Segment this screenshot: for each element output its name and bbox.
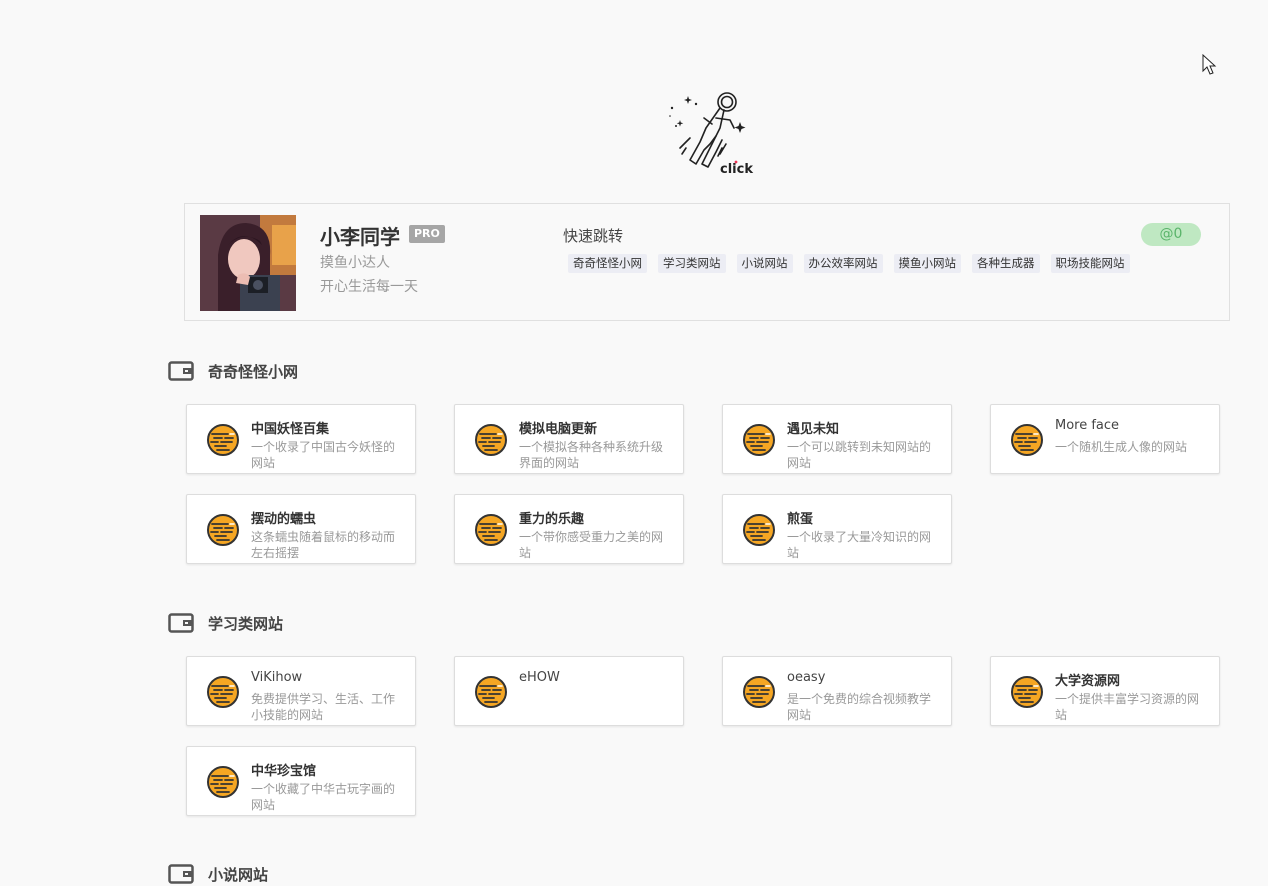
site-desc: 一个可以跳转到未知网站的网站 xyxy=(787,440,932,470)
quick-jump-title: 快速跳转 xyxy=(563,227,624,245)
planet-icon xyxy=(743,514,775,546)
site-desc: 一个带你感受重力之美的网站 xyxy=(519,530,664,560)
site-title: eHOW xyxy=(519,670,560,685)
quick-jump-links: 奇奇怪怪小网 学习类网站 小说网站 办公效率网站 摸鱼小网站 各种生成器 职场技… xyxy=(568,254,1130,273)
site-card[interactable]: oeasy 是一个免费的综合视频教学网站 xyxy=(722,656,952,726)
site-card[interactable]: eHOW xyxy=(454,656,684,726)
site-title: 重力的乐趣 xyxy=(519,512,585,527)
planet-icon xyxy=(743,676,775,708)
quick-link[interactable]: 办公效率网站 xyxy=(803,254,883,273)
site-title: ViKihow xyxy=(251,670,303,685)
site-title: 煎蛋 xyxy=(787,512,814,527)
planet-icon xyxy=(1011,424,1043,456)
planet-icon xyxy=(475,424,507,456)
section-title: 学习类网站 xyxy=(208,614,284,633)
astronaut-icon[interactable]: click xyxy=(660,88,756,180)
site-title: 遇见未知 xyxy=(787,422,840,437)
counter-badge[interactable]: @0 xyxy=(1141,223,1201,246)
section-header: 学习类网站 xyxy=(168,611,283,635)
site-title: 摆动的蠕虫 xyxy=(251,512,317,527)
wallet-icon xyxy=(168,864,194,884)
mouse-cursor-icon xyxy=(1202,54,1217,75)
avatar[interactable] xyxy=(200,215,296,311)
site-card[interactable]: More face 一个随机生成人像的网站 xyxy=(990,404,1220,474)
astronaut-label: click xyxy=(720,162,753,177)
quick-link[interactable]: 学习类网站 xyxy=(658,254,726,273)
site-desc: 免费提供学习、生活、工作小技能的网站 xyxy=(251,692,396,722)
section-title: 奇奇怪怪小网 xyxy=(208,362,299,381)
user-motto: 开心生活每一天 xyxy=(320,279,418,295)
section-title: 小说网站 xyxy=(208,865,269,884)
planet-icon xyxy=(1011,676,1043,708)
site-card[interactable]: 摆动的蠕虫 这条蠕虫随着鼠标的移动而左右摇摆 xyxy=(186,494,416,564)
planet-icon xyxy=(207,676,239,708)
site-desc: 一个提供丰富学习资源的网站 xyxy=(1055,692,1200,722)
site-card[interactable]: 大学资源网 一个提供丰富学习资源的网站 xyxy=(990,656,1220,726)
planet-icon xyxy=(207,424,239,456)
site-title: 中国妖怪百集 xyxy=(251,422,330,437)
planet-icon xyxy=(743,424,775,456)
site-card[interactable]: 模拟电脑更新 一个模拟各种各种系统升级界面的网站 xyxy=(454,404,684,474)
site-card[interactable]: 煎蛋 一个收录了大量冷知识的网站 xyxy=(722,494,952,564)
user-subtitle: 摸鱼小达人 xyxy=(320,255,390,271)
site-card[interactable]: 重力的乐趣 一个带你感受重力之美的网站 xyxy=(454,494,684,564)
quick-link[interactable]: 各种生成器 xyxy=(972,254,1040,273)
site-card[interactable]: ViKihow 免费提供学习、生活、工作小技能的网站 xyxy=(186,656,416,726)
pro-badge: PRO xyxy=(409,225,445,243)
site-title: 大学资源网 xyxy=(1055,674,1121,689)
quick-link[interactable]: 奇奇怪怪小网 xyxy=(568,254,647,273)
profile-card: 小李同学 PRO 摸鱼小达人 开心生活每一天 快速跳转 @0 奇奇怪怪小网 学习… xyxy=(184,203,1230,321)
site-desc: 一个收录了大量冷知识的网站 xyxy=(787,530,932,560)
site-card[interactable]: 遇见未知 一个可以跳转到未知网站的网站 xyxy=(722,404,952,474)
site-desc: 一个模拟各种各种系统升级界面的网站 xyxy=(519,440,664,470)
site-title: 模拟电脑更新 xyxy=(519,422,598,437)
section-header: 奇奇怪怪小网 xyxy=(168,359,298,383)
site-card[interactable]: 中国妖怪百集 一个收录了中国古今妖怪的网站 xyxy=(186,404,416,474)
site-desc: 是一个免费的综合视频教学网站 xyxy=(787,692,932,722)
planet-icon xyxy=(475,676,507,708)
planet-icon xyxy=(207,514,239,546)
section-header: 小说网站 xyxy=(168,862,268,886)
planet-icon xyxy=(207,766,239,798)
wallet-icon xyxy=(168,613,194,633)
quick-link[interactable]: 职场技能网站 xyxy=(1050,254,1130,273)
quick-link[interactable]: 摸鱼小网站 xyxy=(893,254,961,273)
site-desc: 一个随机生成人像的网站 xyxy=(1055,440,1188,454)
planet-icon xyxy=(475,514,507,546)
site-title: 中华珍宝馆 xyxy=(251,764,317,779)
wallet-icon xyxy=(168,361,194,381)
site-title: oeasy xyxy=(787,670,826,685)
site-desc: 一个收录了中国古今妖怪的网站 xyxy=(251,440,396,470)
user-name: 小李同学 xyxy=(320,225,400,249)
site-title: More face xyxy=(1055,418,1120,433)
site-card[interactable]: 中华珍宝馆 一个收藏了中华古玩字画的网站 xyxy=(186,746,416,816)
quick-link[interactable]: 小说网站 xyxy=(736,254,793,273)
site-desc: 一个收藏了中华古玩字画的网站 xyxy=(251,782,396,812)
site-desc: 这条蠕虫随着鼠标的移动而左右摇摆 xyxy=(251,530,396,560)
